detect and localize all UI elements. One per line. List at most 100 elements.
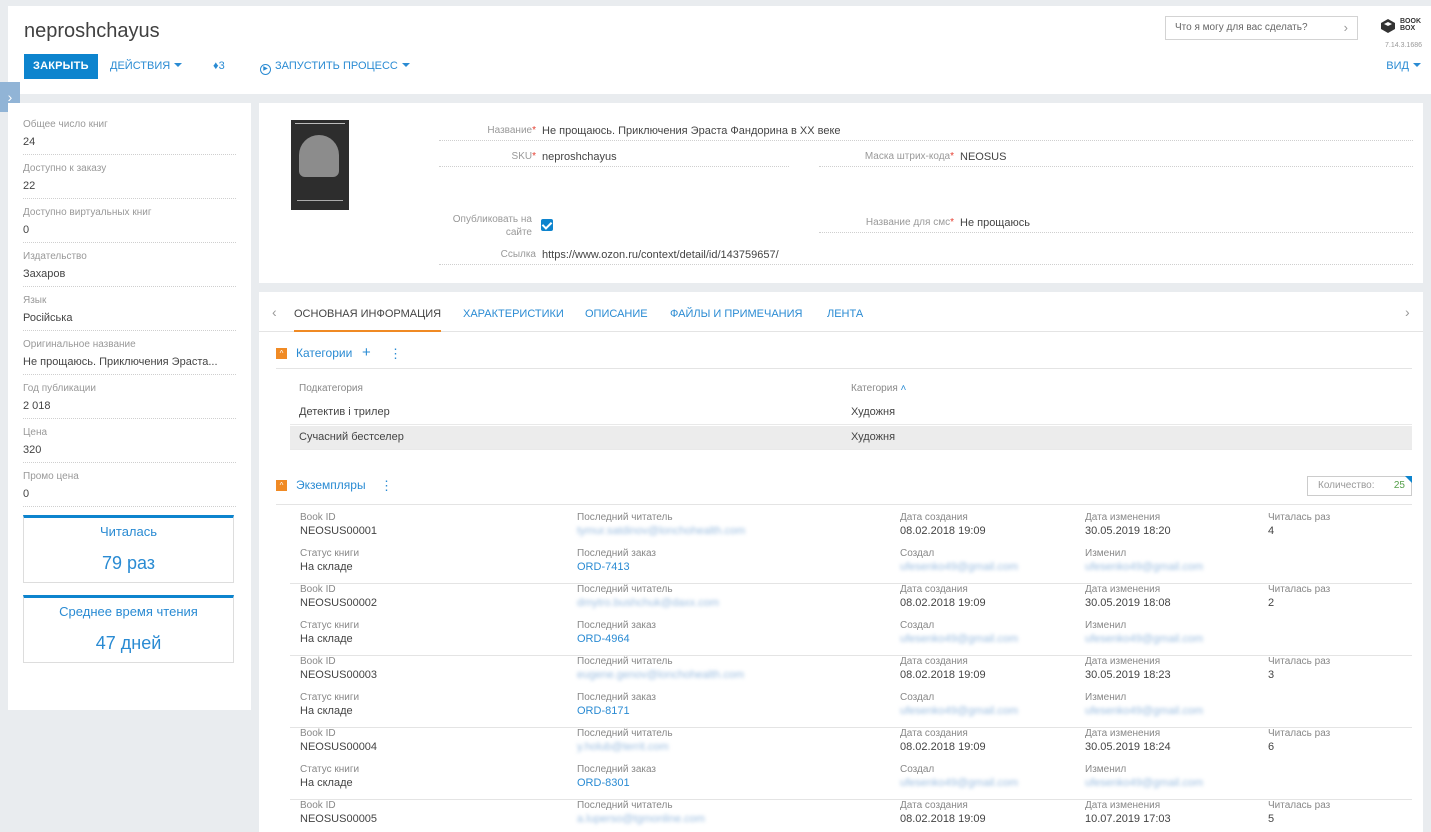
- last-reader-label: Последний читатель: [577, 800, 673, 811]
- last-reader-label: Последний читатель: [577, 656, 673, 667]
- book-cover-image[interactable]: [291, 120, 349, 210]
- link-input[interactable]: https://www.ozon.ru/context/detail/id/14…: [542, 245, 779, 265]
- add-icon[interactable]: +: [362, 344, 371, 361]
- modified-by-label: Изменил: [1085, 692, 1127, 703]
- tabs-scroll-left-icon[interactable]: ‹: [272, 304, 277, 320]
- last-order-value[interactable]: ORD-8301: [577, 777, 630, 789]
- last-reader-value[interactable]: tymur.satdinov@lonchohealth.com: [577, 525, 745, 537]
- sku-input[interactable]: neproshchayus: [542, 147, 617, 167]
- close-button[interactable]: ЗАКРЫТЬ: [24, 54, 98, 79]
- cell-category: Художня: [851, 406, 896, 418]
- created-by-label: Создал: [900, 548, 935, 559]
- created-by-value[interactable]: ufesenko49@gmail.com: [900, 705, 1018, 717]
- field-value[interactable]: 0: [23, 221, 236, 239]
- list-item[interactable]: Book ID NEOSUS00005 Последний читатель a.lu…: [290, 800, 1412, 832]
- table-row[interactable]: Сучасний бестселер Художня: [290, 426, 1412, 450]
- copies-section-header[interactable]: ^ Экземпляры ⋮: [276, 478, 476, 494]
- book-id-value: NEOSUS00005: [300, 813, 378, 825]
- widget-value: 47 дней: [95, 633, 162, 653]
- command-search-input[interactable]: Что я могу для вас сделать? ›: [1165, 16, 1358, 40]
- last-reader-value[interactable]: y.holub@territ.com: [577, 741, 669, 753]
- field-value[interactable]: 320: [23, 441, 236, 459]
- title-input[interactable]: Не прощаюсь. Приключения Эраста Фандорин…: [542, 121, 841, 141]
- field-promo-price: Промо цена 0: [23, 471, 236, 507]
- last-order-label: Последний заказ: [577, 764, 657, 775]
- field-virtual-books: Доступно виртуальных книг 0: [23, 207, 236, 243]
- view-menu-button[interactable]: ВИД: [1386, 54, 1421, 79]
- last-reader-value[interactable]: dmytro.bushchuk@daxx.com: [577, 597, 719, 609]
- barcode-mask-input[interactable]: NEOSUS: [960, 147, 1006, 167]
- quantity-label: Количество:: [1318, 480, 1375, 491]
- more-vertical-icon[interactable]: ⋮: [380, 478, 393, 494]
- tab-main-info[interactable]: ОСНОВНАЯ ИНФОРМАЦИЯ: [294, 308, 442, 332]
- read-count-value: 6: [1268, 741, 1275, 753]
- actions-label: ДЕЙСТВИЯ: [110, 60, 171, 72]
- last-order-value[interactable]: ORD-7413: [577, 561, 630, 573]
- quantity-badge: Количество: 25: [1307, 476, 1412, 496]
- col-subcategory[interactable]: Подкатегория: [299, 383, 363, 394]
- field-value[interactable]: 0: [23, 485, 236, 503]
- widget-avg-read-time: Среднее время чтения 47 дней: [23, 595, 234, 663]
- field-value[interactable]: 22: [23, 177, 236, 195]
- book-id-label: Book ID: [300, 584, 336, 595]
- read-count-label: Читалась раз: [1268, 800, 1331, 811]
- book-id-value: NEOSUS00003: [300, 669, 378, 681]
- field-value[interactable]: Не прощаюсь. Приключения Эраста...: [23, 353, 236, 371]
- collapse-icon[interactable]: ^: [276, 480, 287, 491]
- collapse-icon[interactable]: ^: [276, 348, 287, 359]
- modified-at-label: Дата изменения: [1085, 728, 1161, 739]
- tab-feed[interactable]: ЛЕНТА: [827, 308, 863, 332]
- book-id-label: Book ID: [300, 800, 336, 811]
- last-order-value[interactable]: ORD-8171: [577, 705, 630, 717]
- tabs-panel: ‹ ОСНОВНАЯ ИНФОРМАЦИЯ ХАРАКТЕРИСТИКИ ОПИ…: [259, 292, 1423, 832]
- more-vertical-icon[interactable]: ⋮: [389, 346, 402, 362]
- created-by-value[interactable]: ufesenko49@gmail.com: [900, 777, 1018, 789]
- last-reader-value[interactable]: a.luperso@tgmonline.com: [577, 813, 705, 825]
- modified-by-value[interactable]: ufesenko49@gmail.com: [1085, 705, 1203, 717]
- list-item[interactable]: Book ID NEOSUS00001 Статус книги На складе П…: [290, 512, 1412, 584]
- publish-checkbox[interactable]: [541, 219, 553, 231]
- col-category[interactable]: Категория ˄: [851, 383, 906, 394]
- modified-by-value[interactable]: ufesenko49@gmail.com: [1085, 561, 1203, 573]
- last-order-label: Последний заказ: [577, 620, 657, 631]
- tags-button[interactable]: ♦3: [213, 54, 225, 79]
- tab-bar: ‹ ОСНОВНАЯ ИНФОРМАЦИЯ ХАРАКТЕРИСТИКИ ОПИ…: [259, 292, 1423, 332]
- sku-field: SKU* neproshchayus: [439, 147, 789, 167]
- last-reader-label: Последний читатель: [577, 584, 673, 595]
- title-label: Название*: [487, 125, 536, 136]
- sort-asc-icon: ˄: [900, 383, 907, 394]
- tab-files-notes[interactable]: ФАЙЛЫ И ПРИМЕЧАНИЯ: [670, 308, 802, 332]
- last-reader-value[interactable]: eugene.genov@lonchohealth.com: [577, 669, 744, 681]
- actions-menu-button[interactable]: ДЕЙСТВИЯ: [110, 54, 183, 79]
- categories-section-header[interactable]: ^ Категории + ⋮: [276, 344, 476, 362]
- created-by-value[interactable]: ufesenko49@gmail.com: [900, 633, 1018, 645]
- page-title: neproshchayus: [24, 20, 160, 42]
- chevron-right-icon[interactable]: ›: [1344, 17, 1348, 39]
- created-by-value[interactable]: ufesenko49@gmail.com: [900, 561, 1018, 573]
- list-item[interactable]: Book ID NEOSUS00004 Статус книги На складе П…: [290, 728, 1412, 800]
- run-process-button[interactable]: ▶ ЗАПУСТИТЬ ПРОЦЕСС: [260, 54, 410, 79]
- modified-by-value[interactable]: ufesenko49@gmail.com: [1085, 633, 1203, 645]
- field-value[interactable]: Захаров: [23, 265, 236, 283]
- modified-by-value[interactable]: ufesenko49@gmail.com: [1085, 777, 1203, 789]
- tab-description[interactable]: ОПИСАНИЕ: [585, 308, 648, 332]
- tabs-scroll-right-icon[interactable]: ›: [1405, 304, 1410, 320]
- book-id-value: NEOSUS00004: [300, 741, 378, 753]
- field-value[interactable]: 2 018: [23, 397, 236, 415]
- field-value[interactable]: Російська: [23, 309, 236, 327]
- sms-name-input[interactable]: Не прощаюсь: [960, 213, 1030, 233]
- list-item[interactable]: Book ID NEOSUS00003 Статус книги На складе П…: [290, 656, 1412, 728]
- field-label: Язык: [23, 295, 47, 306]
- field-label: Промо цена: [23, 471, 79, 482]
- table-row[interactable]: Детектив і трилер Художня: [290, 401, 1412, 425]
- version-label: 7.14.3.1686: [1385, 42, 1422, 49]
- field-label: Год публикации: [23, 383, 96, 394]
- field-label: Оригинальное название: [23, 339, 136, 350]
- field-value[interactable]: 24: [23, 133, 236, 151]
- view-label: ВИД: [1386, 60, 1409, 72]
- last-order-label: Последний заказ: [577, 548, 657, 559]
- cell-subcategory: Сучасний бестселер: [299, 431, 404, 443]
- last-order-value[interactable]: ORD-4964: [577, 633, 630, 645]
- list-item[interactable]: Book ID NEOSUS00002 Статус книги На складе П…: [290, 584, 1412, 656]
- tab-characteristics[interactable]: ХАРАКТЕРИСТИКИ: [463, 308, 564, 332]
